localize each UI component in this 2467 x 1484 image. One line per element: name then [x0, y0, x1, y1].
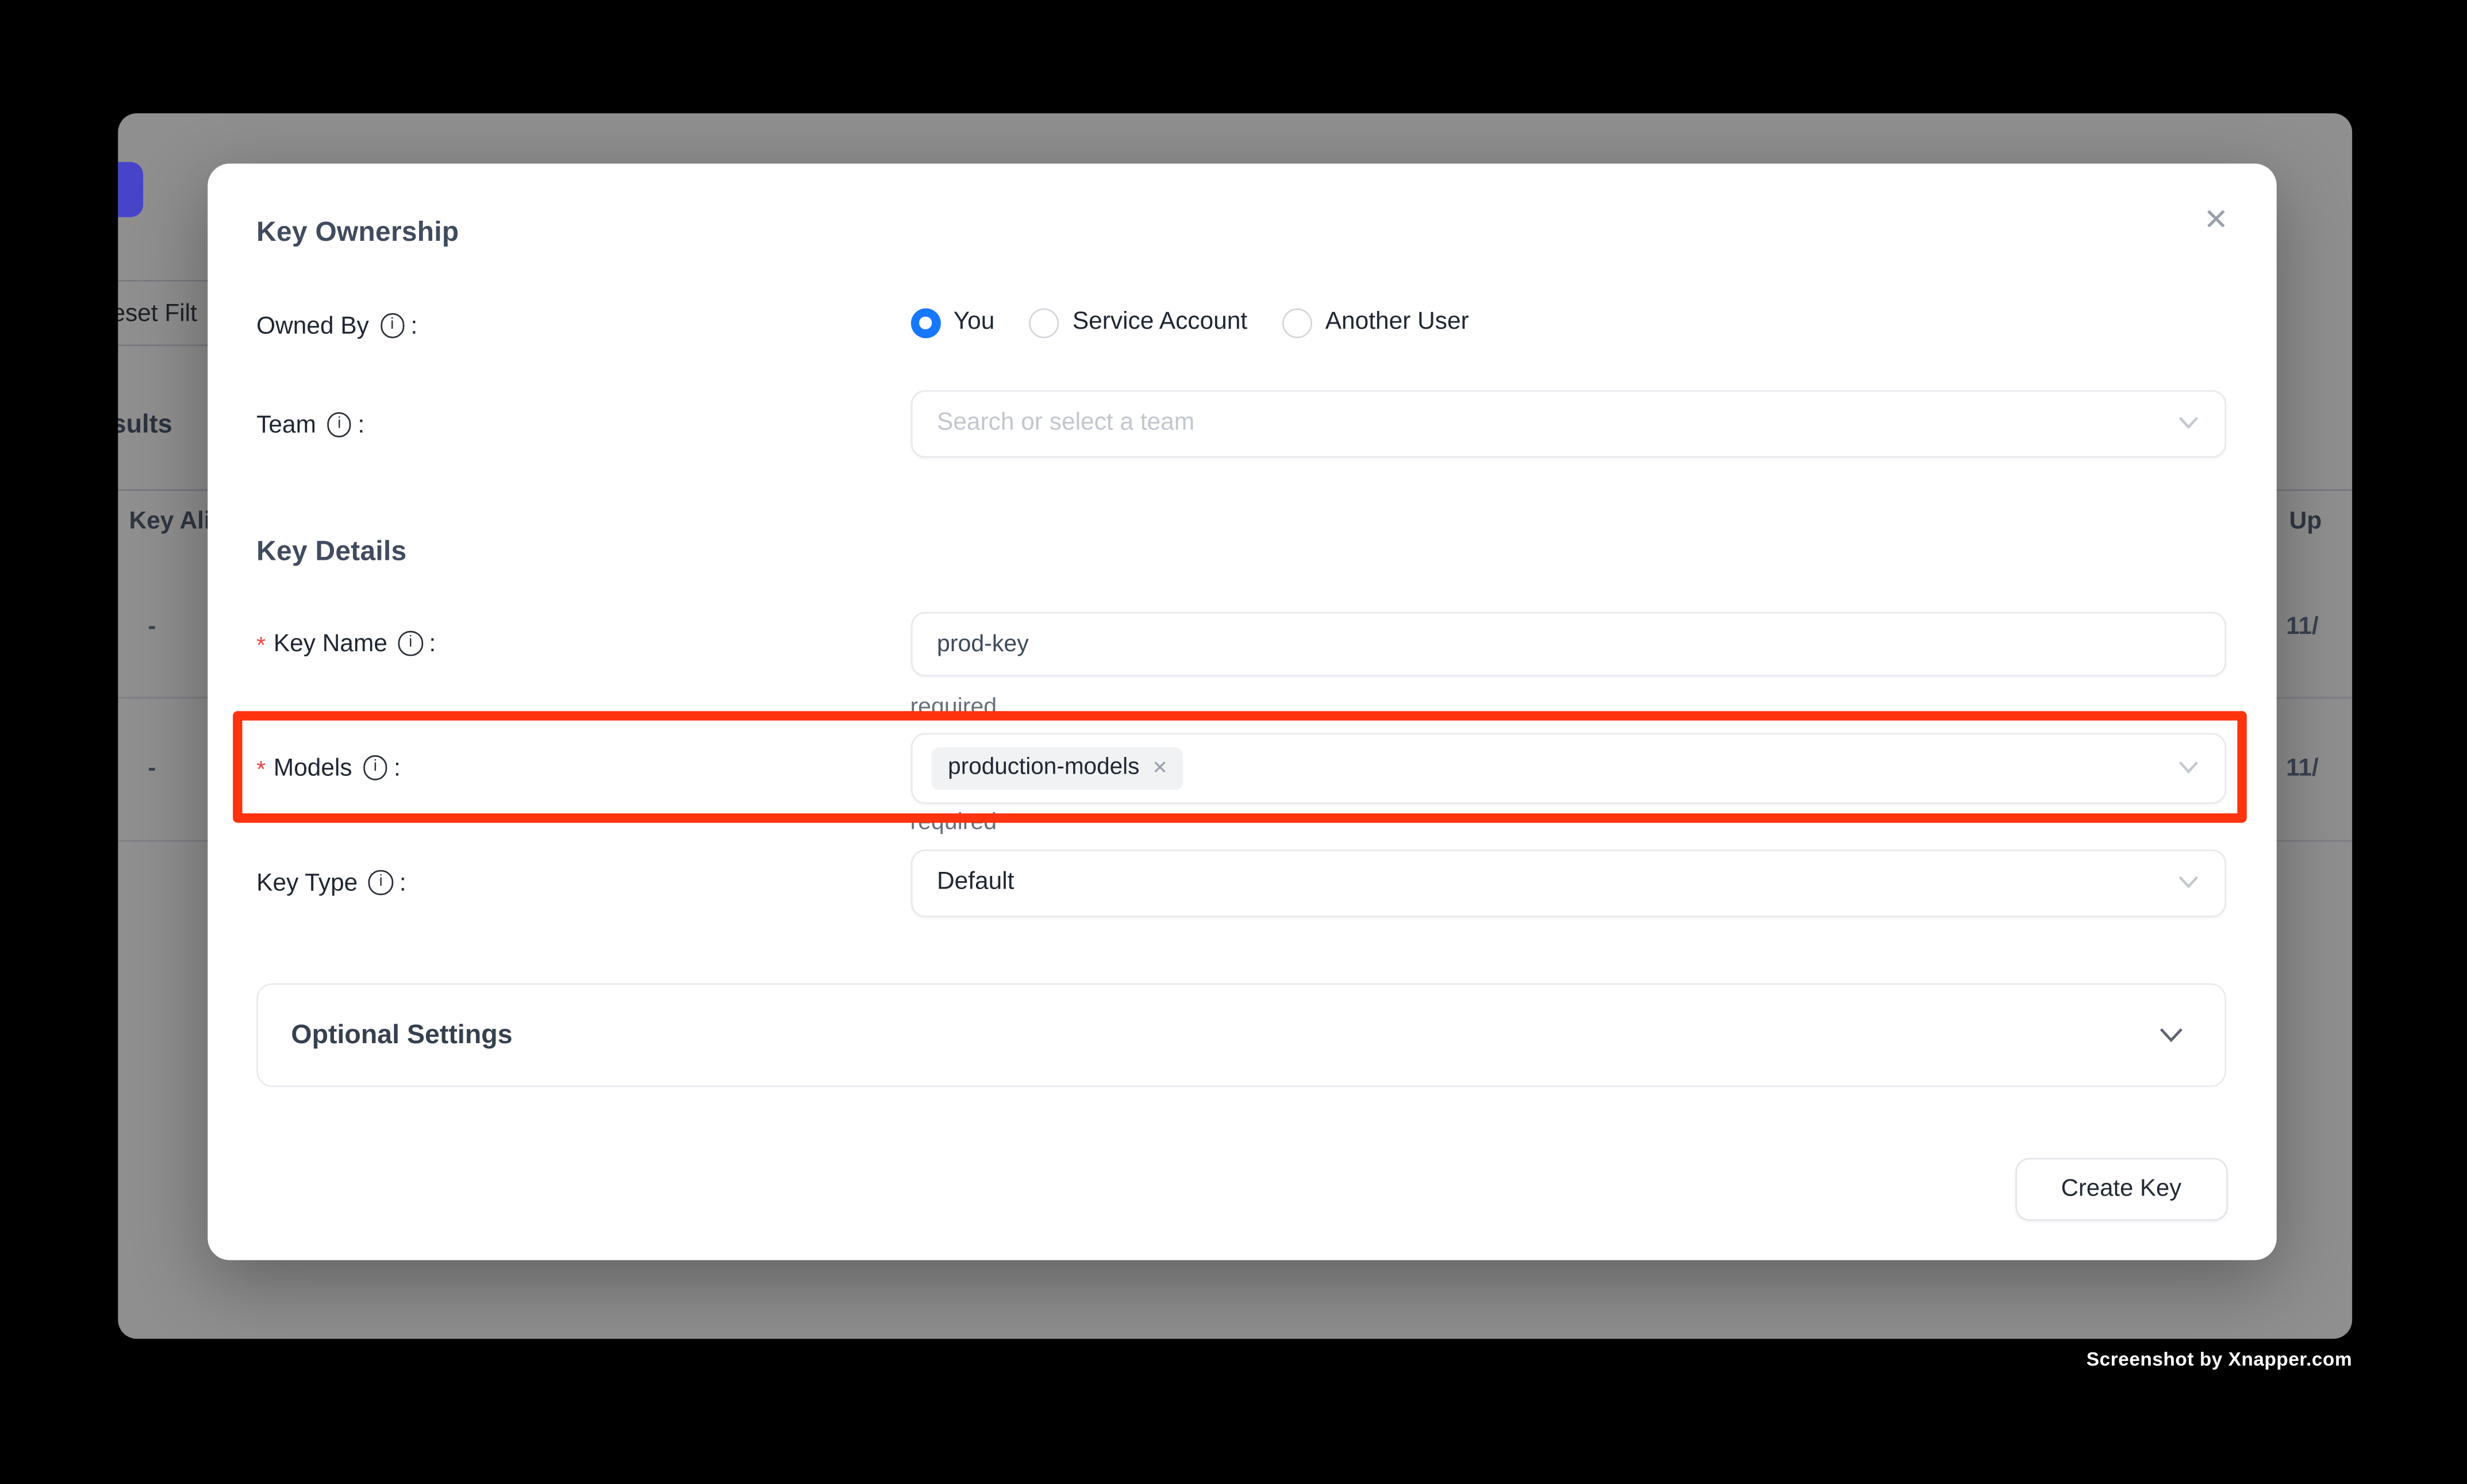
chevron-down-icon	[2177, 876, 2199, 890]
key-type-select[interactable]: Default	[910, 849, 2225, 916]
radio-option-you[interactable]: You	[910, 307, 994, 337]
table-cell-key-alias: -	[148, 614, 156, 642]
info-icon[interactable]: i	[398, 631, 422, 655]
radio-icon[interactable]	[1282, 307, 1312, 337]
optional-settings-header[interactable]: Optional Settings	[256, 983, 2226, 1087]
info-icon[interactable]: i	[327, 413, 351, 437]
tag-remove-icon[interactable]: ✕	[1152, 759, 1168, 778]
table-cell-key-alias: -	[148, 755, 156, 783]
create-key-modal: ✕ Key Ownership Owned By i : You Service…	[207, 163, 2276, 1260]
owned-by-label: Owned By i :	[256, 309, 417, 342]
models-label: * Models i :	[256, 751, 401, 784]
radio-option-service-account[interactable]: Service Account	[1029, 307, 1248, 337]
radio-label: Another User	[1325, 308, 1469, 336]
radio-icon[interactable]	[1029, 307, 1059, 337]
chevron-down-icon	[2158, 1027, 2184, 1043]
key-type-label: Key Type i :	[256, 866, 406, 899]
models-select[interactable]: production-models ✕	[910, 733, 2225, 803]
models-tag-label: production-models	[948, 754, 1139, 782]
key-name-validation-message: required	[910, 693, 997, 720]
table-cell-updated: 11/	[2286, 614, 2319, 642]
optional-settings-title: Optional Settings	[291, 1020, 512, 1051]
close-icon[interactable]: ✕	[2192, 198, 2239, 245]
key-name-input[interactable]	[910, 612, 2225, 676]
table-cell-updated: 11/	[2286, 755, 2319, 783]
primary-button-fragment[interactable]	[118, 162, 143, 217]
reset-filters-button-fragment[interactable]: eset Filt	[118, 299, 197, 330]
models-validation-message: required	[910, 808, 997, 835]
team-select-placeholder: Search or select a team	[937, 409, 1194, 437]
watermark-text: Screenshot by Xnapper.com	[2086, 1348, 2352, 1370]
team-label: Team i :	[256, 408, 364, 441]
results-count-fragment: sults	[118, 409, 172, 441]
column-header-updated: Up	[2289, 506, 2322, 538]
info-icon[interactable]: i	[380, 313, 404, 337]
radio-label: Service Account	[1073, 308, 1247, 336]
section-title-key-details: Key Details	[256, 534, 406, 567]
radio-option-another-user[interactable]: Another User	[1282, 307, 1469, 337]
chevron-down-icon	[2177, 417, 2199, 431]
section-title-key-ownership: Key Ownership	[256, 215, 459, 248]
info-icon[interactable]: i	[368, 870, 393, 894]
create-key-button[interactable]: Create Key	[2015, 1158, 2227, 1220]
key-name-label: * Key Name i :	[256, 627, 436, 660]
radio-label: You	[954, 308, 995, 336]
models-tag: production-models ✕	[931, 747, 1183, 790]
team-select[interactable]: Search or select a team	[910, 390, 2225, 457]
radio-icon[interactable]	[910, 307, 940, 337]
screenshot-stage: eset Filt sults Key Alia Up - 11/ - 11/ …	[0, 0, 2467, 1484]
info-icon[interactable]: i	[363, 756, 387, 780]
required-asterisk: *	[256, 753, 266, 786]
required-asterisk: *	[256, 629, 266, 662]
key-type-selected-value: Default	[937, 869, 1014, 897]
chevron-down-icon	[2177, 761, 2199, 775]
owned-by-radio-group: You Service Account Another User	[910, 307, 1469, 337]
